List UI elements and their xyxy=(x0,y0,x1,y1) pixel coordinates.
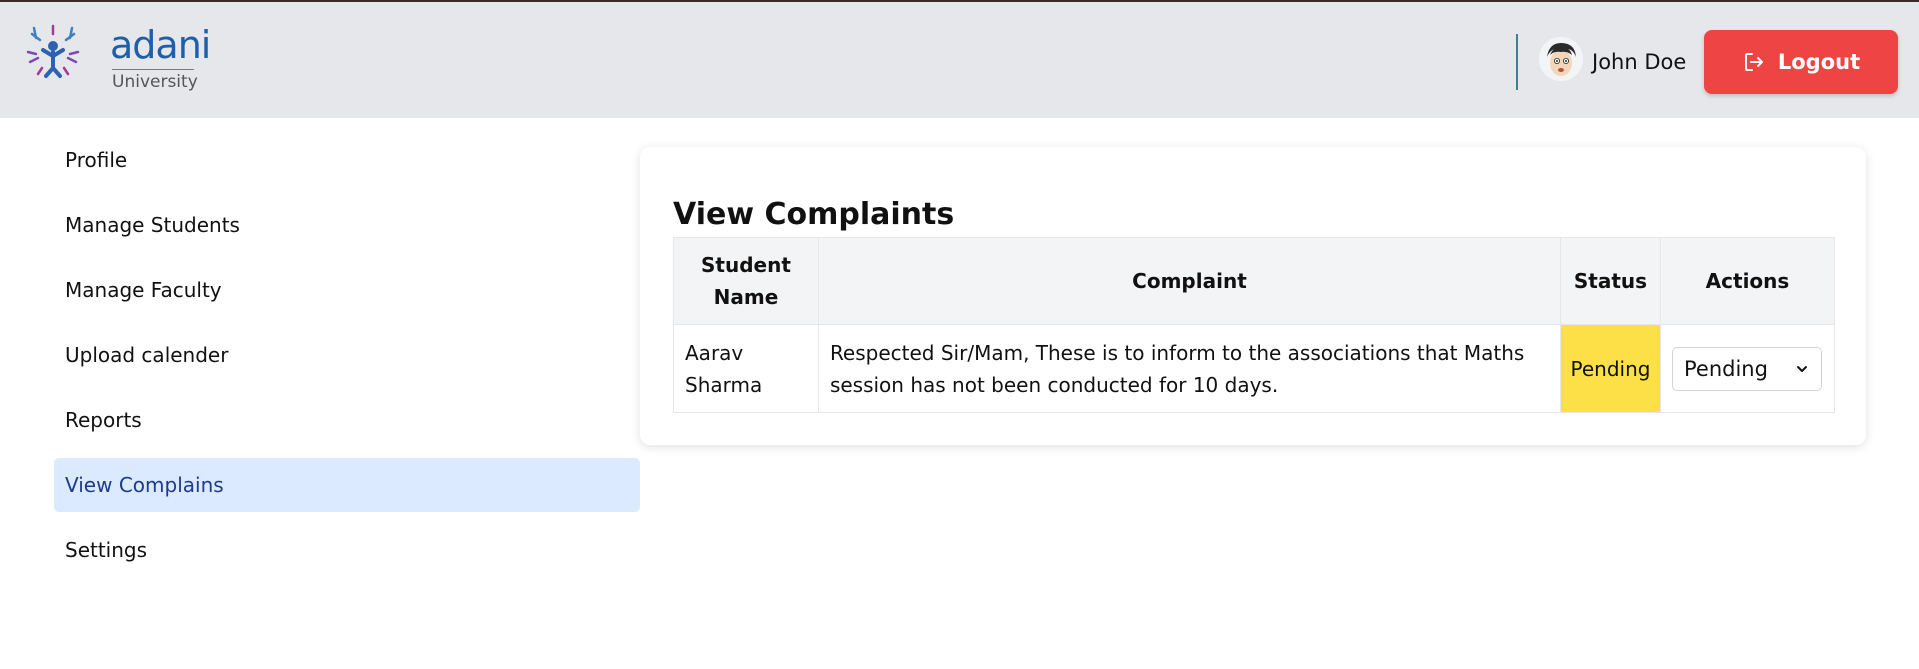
sidebar-item-upload-calender[interactable]: Upload calender xyxy=(54,328,640,382)
chevron-down-icon xyxy=(1796,365,1807,372)
sidebar-item-label: Upload calender xyxy=(65,343,229,367)
app-header: adani University John Doe Logout xyxy=(0,2,1919,118)
sidebar-item-settings[interactable]: Settings xyxy=(54,523,640,577)
cell-actions: Pending xyxy=(1659,324,1836,413)
column-header-status: Status xyxy=(1560,237,1661,325)
complaints-table: Student Name Complaint Status Actions Aa… xyxy=(673,237,1836,413)
sidebar-item-label: View Complains xyxy=(65,473,224,497)
table-row: Aarav Sharma Respected Sir/Mam, These is… xyxy=(673,324,1836,413)
status-select[interactable]: Pending xyxy=(1671,346,1822,391)
page-title: View Complaints xyxy=(673,197,955,233)
sidebar-item-label: Reports xyxy=(65,408,142,432)
logout-label: Logout xyxy=(1777,50,1861,74)
sidebar-item-label: Manage Faculty xyxy=(65,278,222,302)
status-badge: Pending xyxy=(1560,324,1661,413)
column-header-complaint: Complaint xyxy=(817,237,1562,325)
logo-wordmark: adani xyxy=(110,23,211,67)
brand-logo[interactable]: adani University xyxy=(26,24,216,104)
logout-button[interactable]: Logout xyxy=(1704,30,1898,94)
header-divider xyxy=(1516,34,1518,90)
column-header-actions: Actions xyxy=(1659,237,1836,325)
logo-subtitle: University xyxy=(112,72,198,92)
sidebar-item-view-complains[interactable]: View Complains xyxy=(54,458,640,512)
sidebar-item-profile[interactable]: Profile xyxy=(54,133,640,187)
logout-icon xyxy=(1744,53,1763,71)
user-name: John Doe xyxy=(1592,50,1687,74)
cell-student-name: Aarav Sharma xyxy=(673,324,819,413)
column-header-student-name: Student Name xyxy=(673,237,819,325)
sidebar-item-label: Profile xyxy=(65,148,128,172)
sidebar-item-manage-faculty[interactable]: Manage Faculty xyxy=(54,263,640,317)
sidebar-item-label: Manage Students xyxy=(65,213,240,237)
adani-university-emblem-icon xyxy=(26,24,80,78)
cell-complaint: Respected Sir/Mam, These is to inform to… xyxy=(817,324,1562,413)
sidebar-item-reports[interactable]: Reports xyxy=(54,393,640,447)
sidebar-item-manage-students[interactable]: Manage Students xyxy=(54,198,640,252)
user-avatar-icon xyxy=(1539,37,1583,81)
avatar[interactable] xyxy=(1539,37,1583,81)
complaints-card: View Complaints Student Name Complaint S… xyxy=(640,147,1866,445)
table-header-row: Student Name Complaint Status Actions xyxy=(673,237,1836,325)
sidebar-item-label: Settings xyxy=(65,538,148,562)
logo-divider xyxy=(112,69,194,70)
status-select-value: Pending xyxy=(1683,356,1768,381)
sidebar-nav: Profile Manage Students Manage Faculty U… xyxy=(54,133,640,588)
